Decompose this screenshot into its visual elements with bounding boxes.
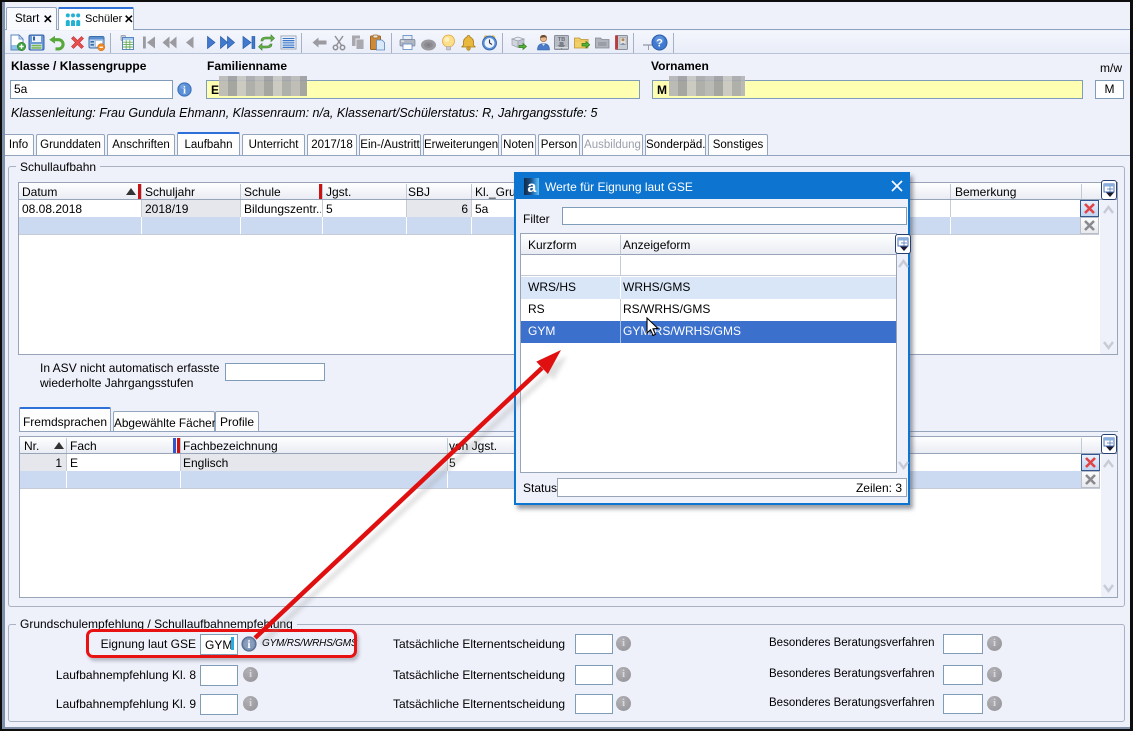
svg-text:?: ? (656, 38, 663, 50)
svg-text:a: a (527, 179, 536, 195)
svg-text:i: i (183, 84, 186, 96)
